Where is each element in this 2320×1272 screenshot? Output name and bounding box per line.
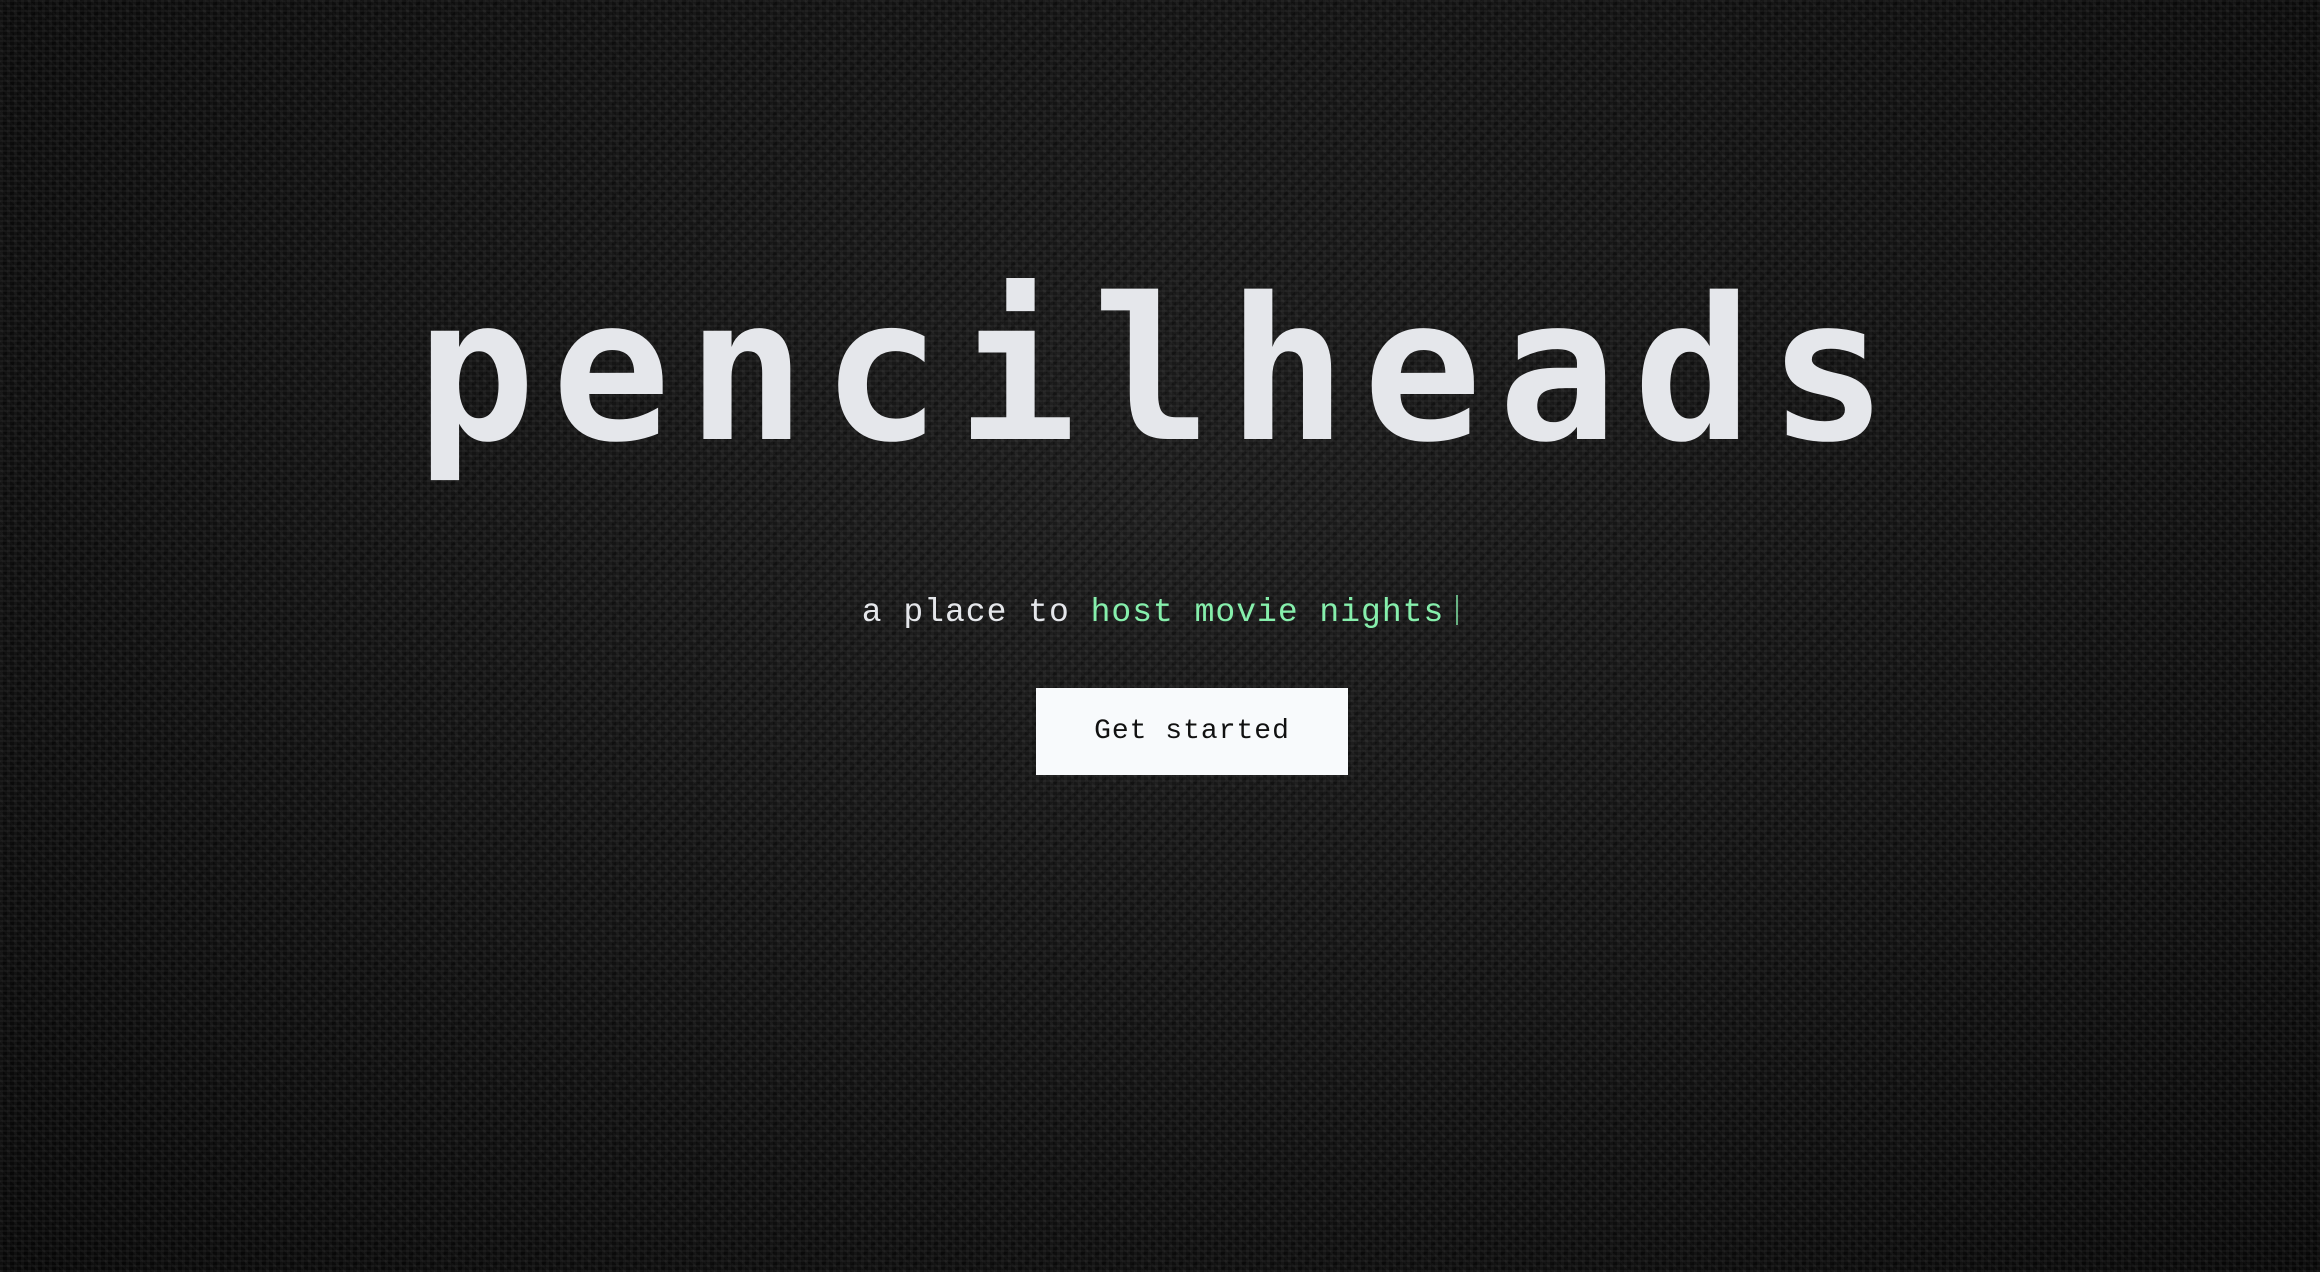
typing-cursor bbox=[1456, 595, 1459, 625]
tagline: a place to host movie nights bbox=[0, 593, 2320, 633]
tagline-prefix: a place to bbox=[861, 594, 1091, 631]
site-logo: pencilheads bbox=[416, 255, 1904, 486]
tagline-typed-text: host movie nights bbox=[1090, 594, 1445, 631]
hero-section: pencilheads a place to host movie nights… bbox=[0, 0, 2320, 1272]
get-started-button[interactable]: Get started bbox=[1036, 688, 1348, 775]
